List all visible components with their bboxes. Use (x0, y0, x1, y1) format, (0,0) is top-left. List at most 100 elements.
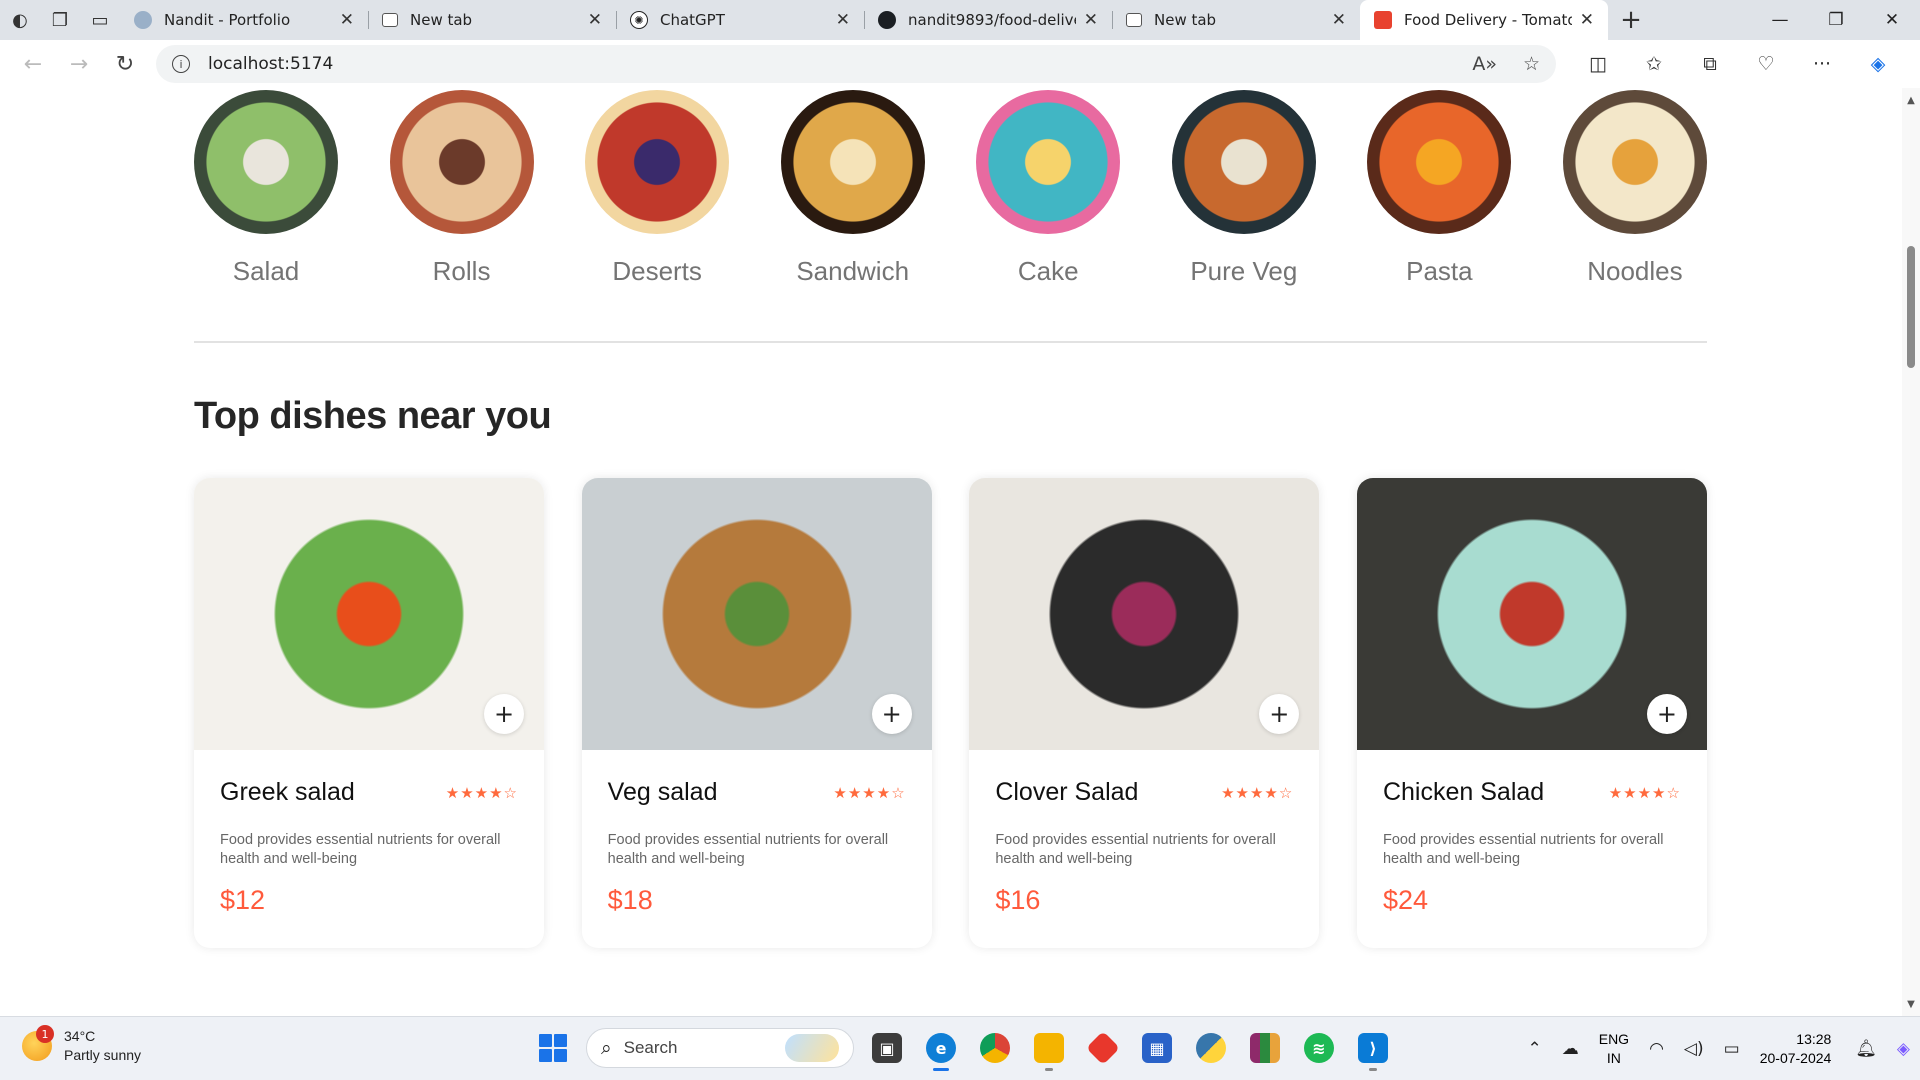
tab-title: New tab (410, 11, 473, 29)
vscode-icon[interactable]: ⟩ (1350, 1025, 1396, 1071)
menu-label: Noodles (1587, 256, 1683, 286)
tab-new-tab-2[interactable]: New tab ✕ (1112, 0, 1360, 40)
git-icon[interactable] (1080, 1025, 1126, 1071)
menu-item-pasta[interactable]: Pasta (1367, 90, 1512, 287)
favorite-star-icon[interactable]: ☆ (1523, 53, 1540, 75)
tab-github[interactable]: nandit9893/food-delivery ✕ (864, 0, 1112, 40)
chevron-up-icon[interactable]: ⌃ (1527, 1039, 1541, 1059)
python-icon[interactable] (1188, 1025, 1234, 1071)
address-bar[interactable]: i localhost:5174 A» ☆ (156, 45, 1556, 83)
window-controls: — ❐ ✕ (1752, 0, 1920, 40)
menu-item-cake[interactable]: Cake (976, 90, 1121, 287)
close-icon[interactable]: ✕ (588, 10, 602, 30)
add-to-cart-button[interactable]: + (1646, 694, 1687, 734)
menu-label: Cake (1017, 256, 1079, 286)
food-item-name: Veg salad (607, 778, 718, 806)
volume-icon[interactable]: ◁) (1684, 1039, 1704, 1059)
close-icon[interactable]: ✕ (1580, 10, 1594, 30)
menu-image[interactable] (1171, 90, 1316, 234)
new-tab-button[interactable]: + (1608, 0, 1654, 40)
split-screen-icon[interactable]: ◫ (1570, 44, 1626, 84)
url-text[interactable]: localhost:5174 (208, 54, 1446, 74)
section-divider (194, 341, 1707, 343)
windows-taskbar: 1 34°C Partly sunny ⌕ Search ▣ e ▦ ≋ ⟩ ⌃… (0, 1016, 1920, 1080)
tab-food-delivery[interactable]: Food Delivery - Tomato ✕ (1360, 0, 1608, 40)
close-icon[interactable]: ✕ (1332, 10, 1346, 30)
close-icon[interactable]: ✕ (340, 10, 354, 30)
language-indicator[interactable]: ENG IN (1599, 1030, 1629, 1068)
favorites-icon[interactable]: ✩ (1626, 44, 1682, 84)
menu-image[interactable] (1562, 90, 1707, 234)
food-item-card[interactable]: + Greek salad ★★★★☆ Food provides essent… (194, 478, 544, 948)
forward-icon[interactable]: → (56, 44, 102, 84)
chrome-icon[interactable] (972, 1025, 1018, 1071)
menu-label: Rolls (432, 256, 491, 286)
profile-icon[interactable]: ◐ (0, 0, 40, 40)
copilot-icon[interactable]: ◈ (1850, 44, 1906, 84)
close-icon[interactable]: ✕ (1084, 10, 1098, 30)
read-aloud-icon[interactable]: A» (1472, 53, 1497, 75)
more-options-icon[interactable]: ··· (1794, 44, 1850, 84)
menu-label: Pasta (1406, 256, 1473, 286)
menu-label: Pure Veg (1190, 256, 1298, 286)
close-icon[interactable]: ✕ (836, 10, 850, 30)
menu-image[interactable] (1367, 90, 1512, 234)
workspaces-icon[interactable]: ❐ (40, 0, 80, 40)
food-item-name: Greek salad (220, 778, 355, 806)
menu-image[interactable] (194, 90, 338, 234)
food-item-card[interactable]: + Clover Salad ★★★★☆ Food provides essen… (969, 478, 1320, 948)
wifi-icon[interactable]: ◠ (1649, 1039, 1664, 1059)
page-scrollbar[interactable]: ▲ ▼ (1902, 88, 1920, 1016)
back-icon[interactable]: ← (10, 44, 56, 84)
browser-tab-bar: ◐ ❐ ▭ Nandit - Portfolio ✕ New tab ✕ ✺ C… (0, 0, 1920, 40)
menu-item-deserts[interactable]: Deserts (585, 90, 730, 287)
menu-image[interactable] (585, 90, 730, 234)
explore-menu-list: Salad Rolls Deserts Sandwich Cake Pure V… (194, 88, 1707, 287)
task-view-icon[interactable]: ▣ (864, 1025, 910, 1071)
menu-item-rolls[interactable]: Rolls (389, 90, 534, 287)
store-icon[interactable]: ▦ (1134, 1025, 1180, 1071)
food-item-description: Food provides essential nutrients for ov… (607, 832, 889, 867)
spotify-icon[interactable]: ≋ (1296, 1025, 1342, 1071)
region-code: IN (1606, 1050, 1621, 1066)
food-item-name: Clover Salad (995, 778, 1139, 806)
tab-portfolio[interactable]: Nandit - Portfolio ✕ (120, 0, 368, 40)
add-to-cart-button[interactable]: + (484, 694, 524, 734)
restore-icon[interactable]: ❐ (1808, 0, 1864, 40)
refresh-icon[interactable]: ↻ (102, 44, 148, 84)
menu-image[interactable] (976, 90, 1121, 234)
weather-sun-icon: 1 (22, 1025, 54, 1061)
browser-essentials-icon[interactable]: ♡ (1738, 44, 1794, 84)
copilot-taskbar-icon[interactable]: ◈ (1897, 1039, 1910, 1059)
notification-bell-icon[interactable]: 🔔︎ (1855, 1039, 1877, 1059)
tab-new-tab[interactable]: New tab ✕ (368, 0, 616, 40)
clock[interactable]: 13:28 20-07-2024 (1760, 1030, 1832, 1068)
menu-image[interactable] (780, 90, 925, 234)
add-to-cart-button[interactable]: + (871, 694, 912, 734)
onedrive-cloud-icon[interactable]: ☁ (1562, 1039, 1579, 1059)
start-icon[interactable] (530, 1025, 576, 1071)
food-item-card[interactable]: + Veg salad ★★★★☆ Food provides essentia… (581, 478, 932, 948)
tab-chatgpt[interactable]: ✺ ChatGPT ✕ (616, 0, 864, 40)
menu-item-pure-veg[interactable]: Pure Veg (1171, 90, 1316, 287)
food-item-card[interactable]: + Chicken Salad ★★★★☆ Food provides esse… (1356, 478, 1707, 948)
scroll-up-icon[interactable]: ▲ (1902, 92, 1920, 108)
minimize-icon[interactable]: — (1752, 0, 1808, 40)
taskbar-search[interactable]: ⌕ Search (586, 1028, 854, 1068)
menu-item-noodles[interactable]: Noodles (1562, 90, 1707, 287)
winrar-icon[interactable] (1242, 1025, 1288, 1071)
scroll-down-icon[interactable]: ▼ (1902, 996, 1920, 1012)
menu-item-sandwich[interactable]: Sandwich (780, 90, 925, 287)
close-window-icon[interactable]: ✕ (1864, 0, 1920, 40)
search-highlight-icon (785, 1034, 839, 1062)
scrollbar-thumb[interactable] (1907, 246, 1915, 368)
file-explorer-icon[interactable] (1026, 1025, 1072, 1071)
vertical-tabs-icon[interactable]: ▭ (80, 0, 120, 40)
menu-item-salad[interactable]: Salad (194, 90, 338, 287)
site-info-icon[interactable]: i (172, 55, 190, 73)
collections-icon[interactable]: ⧉ (1682, 44, 1738, 84)
battery-icon[interactable]: ▭ (1724, 1039, 1740, 1059)
weather-widget[interactable]: 1 34°C Partly sunny (22, 1025, 141, 1065)
edge-icon[interactable]: e (918, 1025, 964, 1071)
menu-image[interactable] (389, 90, 534, 234)
